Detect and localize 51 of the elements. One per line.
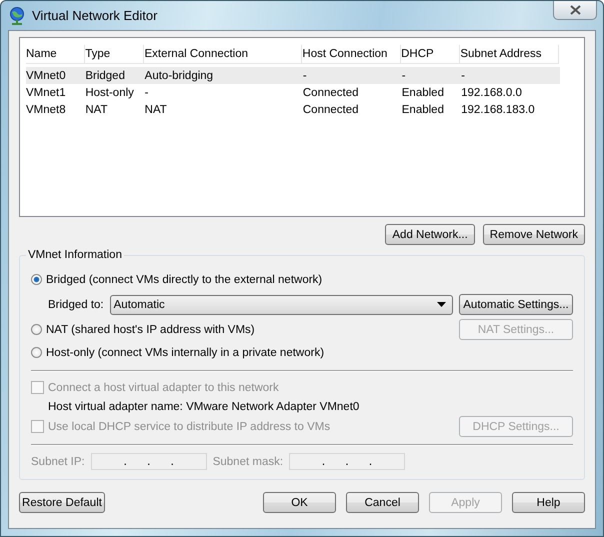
table-cell-text: Enabled: [402, 86, 445, 98]
table-cell-text: 192.168.183.0: [461, 104, 536, 116]
table-cell-text: Connected: [302, 104, 360, 116]
dropdown-field[interactable]: Automatic: [110, 294, 453, 314]
table-cell-text: 192.168.0.0: [461, 86, 523, 98]
table-cell-text: -: [461, 70, 466, 82]
adapter-name: Host virtual adapter name: VMware Network Adapter VMnet0: [47, 401, 360, 413]
column-header[interactable]: DHCP: [401, 45, 460, 63]
window-title: Virtual Network Editor: [32, 8, 158, 23]
restore-default-button[interactable]: Restore Default: [19, 492, 105, 513]
table-cell-text: VMnet8: [26, 104, 67, 116]
table-cell-text: -: [402, 70, 407, 82]
field-label: Bridged to:: [48, 298, 104, 310]
dialog-button[interactable]: OK: [263, 492, 336, 513]
group-title: VMnet Information: [26, 249, 124, 261]
table-cell-text: Enabled: [402, 104, 445, 116]
table-cell-text: -: [302, 70, 308, 82]
column-header[interactable]: Subnet Address: [460, 45, 560, 63]
dialog-button[interactable]: Help: [512, 492, 585, 513]
column-header[interactable]: Name: [26, 45, 86, 63]
table-cell-text: NAT: [144, 104, 168, 116]
table-cell-text: Auto-bridging: [144, 70, 214, 82]
field-label: Subnet mask:: [212, 456, 284, 468]
table-row[interactable]: VMnet1 Host-only - Connected Enabled 192.168.0.0: [26, 84, 560, 101]
network-button[interactable]: Add Network...: [385, 224, 475, 245]
column-header[interactable]: External Connection: [144, 45, 302, 63]
column-header[interactable]: Type: [85, 45, 144, 63]
radio-option[interactable]: Bridged (connect VMs directly to the external network): [31, 274, 322, 286]
radio-button[interactable]: [31, 274, 42, 285]
table-cell-text: VMnet1: [26, 86, 67, 98]
table-cell-text: Host-only: [85, 86, 135, 98]
dialog-button[interactable]: Cancel: [346, 492, 419, 513]
radio-option[interactable]: Host-only (connect VMs internally in a private network): [31, 346, 324, 358]
table-cell-text: -: [144, 86, 150, 98]
table-cell-text: Bridged: [85, 70, 126, 82]
close-icon: [570, 5, 580, 15]
close-button[interactable]: [553, 1, 597, 20]
globe-icon: [9, 6, 25, 24]
table-cell-text: Connected: [302, 86, 360, 98]
field-label: Subnet IP:: [31, 456, 85, 468]
table-cell-text: VMnet0: [26, 70, 67, 82]
column-header[interactable]: Host Connection: [302, 45, 402, 63]
settings-button[interactable]: Automatic Settings...: [459, 294, 573, 315]
radio-button[interactable]: [31, 347, 42, 358]
radio-button[interactable]: [31, 324, 42, 335]
table-cell-text: NAT: [85, 104, 108, 116]
caret-icon: [437, 302, 446, 307]
table-row[interactable]: VMnet8 NAT NAT Connected Enabled 192.168.183.0: [26, 101, 560, 118]
network-button[interactable]: Remove Network: [482, 224, 585, 245]
table-row[interactable]: VMnet0 Bridged Auto-bridging - - -: [26, 67, 560, 84]
radio-option[interactable]: NAT (shared host's IP address with VMs): [31, 324, 255, 336]
